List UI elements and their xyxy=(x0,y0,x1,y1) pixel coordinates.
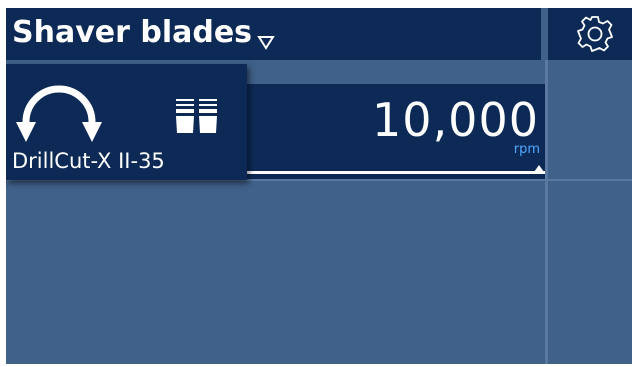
panel-divider xyxy=(545,60,548,364)
page-title: Shaver blades xyxy=(12,15,253,50)
device-card[interactable]: DrillCut-X II-35 xyxy=(6,64,247,180)
header-divider xyxy=(541,8,548,60)
triangle-down-outline-icon[interactable] xyxy=(256,34,276,50)
title-bar[interactable]: Shaver blades xyxy=(6,8,541,60)
gear-icon xyxy=(577,16,613,52)
speed-display[interactable]: 10,000 rpm xyxy=(243,84,545,179)
speed-slider-marker[interactable] xyxy=(534,165,544,172)
device-name: DrillCut-X II-35 xyxy=(12,149,165,173)
foot-pedal-icon xyxy=(176,99,217,133)
speed-slider-track[interactable] xyxy=(243,171,545,174)
speed-value: 10,000 xyxy=(372,93,539,147)
console-screen: Shaver blades 10,000 rpm DrillCut-X II-3… xyxy=(6,8,632,364)
bidirectional-rotation-icon xyxy=(16,85,102,142)
speed-unit: rpm xyxy=(513,142,540,157)
settings-button[interactable] xyxy=(548,8,632,60)
